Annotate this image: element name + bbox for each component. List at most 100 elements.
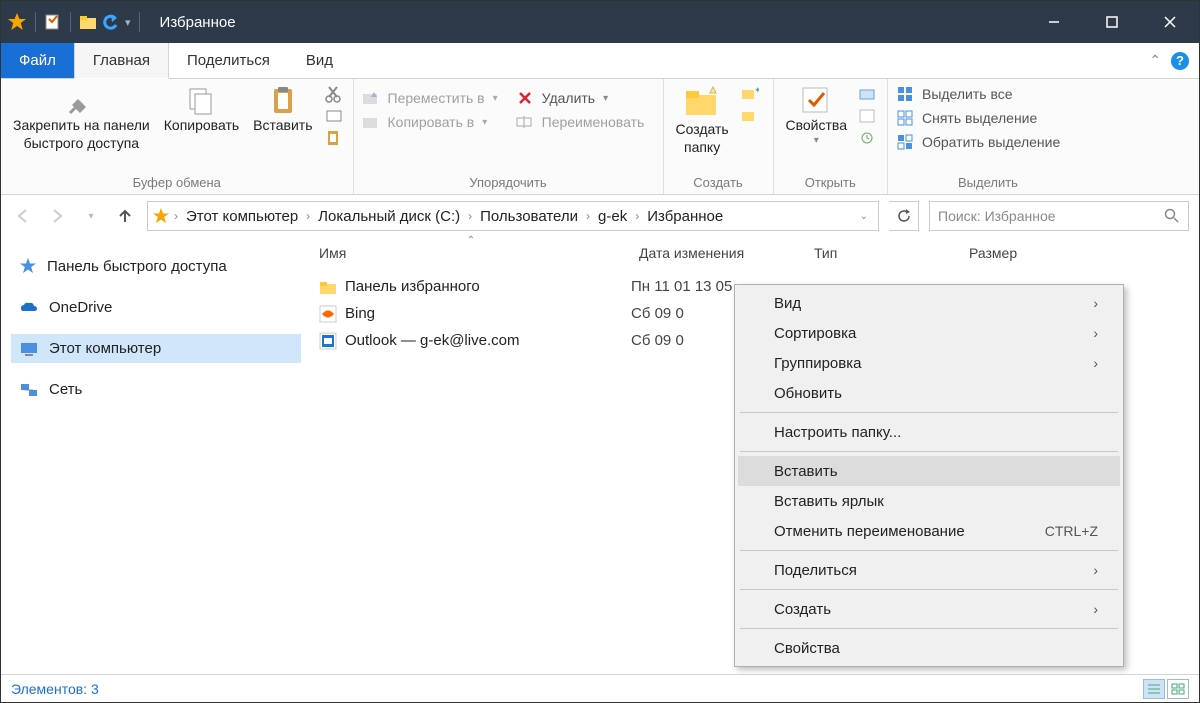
context-menu: Вид› Сортировка› Группировка› Обновить Н…	[734, 284, 1124, 667]
sidebar-item-onedrive[interactable]: OneDrive	[11, 293, 301, 322]
ctx-customize[interactable]: Настроить папку...	[738, 417, 1120, 447]
crumb-drive[interactable]: Локальный диск (C:)	[314, 206, 464, 227]
minimize-button[interactable]	[1025, 1, 1083, 43]
rename-icon	[516, 113, 534, 131]
properties-button[interactable]: Свойства ▾	[780, 83, 853, 149]
url-icon	[319, 305, 337, 323]
search-input[interactable]: Поиск: Избранное	[929, 201, 1189, 231]
copy-icon	[184, 85, 218, 115]
collapse-ribbon-icon[interactable]: ⌃	[1149, 52, 1161, 69]
refresh-button[interactable]	[889, 201, 919, 231]
sidebar-item-network[interactable]: Сеть	[11, 375, 301, 404]
pasteshortcut-icon[interactable]	[325, 129, 343, 147]
help-icon[interactable]: ?	[1171, 52, 1189, 70]
moveto-icon	[362, 89, 380, 107]
newitem-icon[interactable]: ✦	[741, 85, 759, 103]
up-button[interactable]	[113, 204, 137, 228]
close-button[interactable]	[1141, 1, 1199, 43]
view-icons-button[interactable]	[1167, 679, 1189, 699]
sidebar-item-quickaccess[interactable]: Панель быстрого доступа	[11, 251, 301, 281]
cut-icon[interactable]	[325, 85, 343, 103]
ctx-pastelink[interactable]: Вставить ярлык	[738, 486, 1120, 516]
crumb-thispc[interactable]: Этот компьютер	[182, 206, 302, 227]
select-invert-button[interactable]: Обратить выделение	[896, 133, 1060, 151]
back-button[interactable]	[11, 204, 35, 228]
folder-icon	[319, 279, 337, 295]
tab-file[interactable]: Файл	[1, 43, 74, 78]
delete-icon	[516, 89, 534, 107]
column-name[interactable]: Имя	[311, 245, 631, 261]
undo-qat-icon[interactable]	[101, 12, 121, 32]
properties-qat-icon[interactable]	[44, 13, 62, 31]
ribbon-group-clipboard: Закрепить на панели быстрого доступа Коп…	[1, 79, 354, 194]
folder-new-icon	[682, 85, 722, 119]
url-icon	[319, 332, 337, 350]
moveto-button[interactable]: Переместить в▾	[362, 89, 498, 107]
copyto-icon	[362, 113, 380, 131]
selectnone-icon	[896, 109, 914, 127]
tab-share[interactable]: Поделиться	[169, 43, 288, 78]
status-items-label: Элементов:	[11, 681, 87, 697]
ctx-group[interactable]: Группировка›	[738, 348, 1120, 378]
thispc-icon	[19, 341, 39, 357]
rename-button[interactable]: Переименовать	[516, 113, 645, 131]
column-size[interactable]: Размер	[961, 245, 1081, 261]
maximize-button[interactable]	[1083, 1, 1141, 43]
select-all-button[interactable]: Выделить все	[896, 85, 1060, 103]
select-none-button[interactable]: Снять выделение	[896, 109, 1060, 127]
selectinvert-icon	[896, 133, 914, 151]
new-folder-button[interactable]: Создать папку	[670, 83, 735, 158]
column-date[interactable]: Дата изменения	[631, 245, 806, 261]
status-items-count: 3	[91, 681, 99, 697]
pin-quickaccess-button[interactable]: Закрепить на панели быстрого доступа	[7, 83, 156, 154]
onedrive-icon	[19, 301, 39, 315]
sort-indicator-icon: ⌃	[311, 235, 631, 246]
edit-icon[interactable]	[859, 107, 877, 125]
ctx-create[interactable]: Создать›	[738, 594, 1120, 624]
copypath-icon[interactable]	[325, 107, 343, 125]
forward-button[interactable]	[45, 204, 69, 228]
delete-button[interactable]: Удалить▾	[516, 89, 645, 107]
recent-dropdown[interactable]: ▾	[79, 204, 103, 228]
easyaccess-icon[interactable]	[741, 107, 759, 125]
breadcrumb[interactable]: › Этот компьютер› Локальный диск (C:)› П…	[147, 201, 879, 231]
crumb-favorites[interactable]: Избранное	[643, 206, 727, 227]
search-placeholder: Поиск: Избранное	[938, 208, 1056, 224]
ctx-paste[interactable]: Вставить	[738, 456, 1120, 486]
copyto-button[interactable]: Копировать в▾	[362, 113, 498, 131]
tab-view[interactable]: Вид	[288, 43, 351, 78]
sidebar-item-thispc[interactable]: Этот компьютер	[11, 334, 301, 363]
history-icon[interactable]	[859, 129, 877, 147]
ribbon: Закрепить на панели быстрого доступа Коп…	[1, 79, 1199, 195]
ctx-properties[interactable]: Свойства	[738, 633, 1120, 663]
paste-button[interactable]: Вставить	[247, 83, 318, 137]
crumb-user[interactable]: g-ek	[594, 206, 631, 227]
copy-button[interactable]: Копировать	[158, 83, 245, 137]
ctx-refresh[interactable]: Обновить	[738, 378, 1120, 408]
ctx-view[interactable]: Вид›	[738, 288, 1120, 318]
view-details-button[interactable]	[1143, 679, 1165, 699]
ctx-sort[interactable]: Сортировка›	[738, 318, 1120, 348]
qat-dropdown-icon[interactable]: ▾	[125, 16, 131, 29]
crumb-users[interactable]: Пользователи	[476, 206, 582, 227]
ribbon-group-organize: Переместить в▾ Копировать в▾ Удалить▾ Пе…	[354, 79, 664, 194]
newfolder-qat-icon[interactable]	[79, 13, 97, 31]
ctx-share[interactable]: Поделиться›	[738, 555, 1120, 585]
status-bar: Элементов: 3	[1, 674, 1199, 702]
properties-icon	[799, 85, 833, 115]
title-bar: ▾ Избранное	[1, 1, 1199, 43]
selectall-icon	[896, 85, 914, 103]
open-icon[interactable]	[859, 85, 877, 103]
search-icon	[1164, 208, 1180, 224]
tab-home[interactable]: Главная	[74, 43, 169, 79]
ctx-undo[interactable]: Отменить переименованиеCTRL+Z	[738, 516, 1120, 546]
pin-icon	[64, 85, 98, 115]
ribbon-group-open: Свойства ▾ Открыть	[774, 79, 888, 194]
ribbon-group-new: Создать папку ✦ Создать	[664, 79, 774, 194]
window-title: Избранное	[160, 14, 236, 31]
ribbon-group-select: Выделить все Снять выделение Обратить вы…	[888, 79, 1088, 194]
column-type[interactable]: Тип	[806, 245, 961, 261]
quick-access-toolbar: ▾	[1, 12, 144, 32]
address-dropdown-icon[interactable]: ⌄	[860, 211, 874, 222]
favorites-path-icon	[152, 207, 170, 225]
